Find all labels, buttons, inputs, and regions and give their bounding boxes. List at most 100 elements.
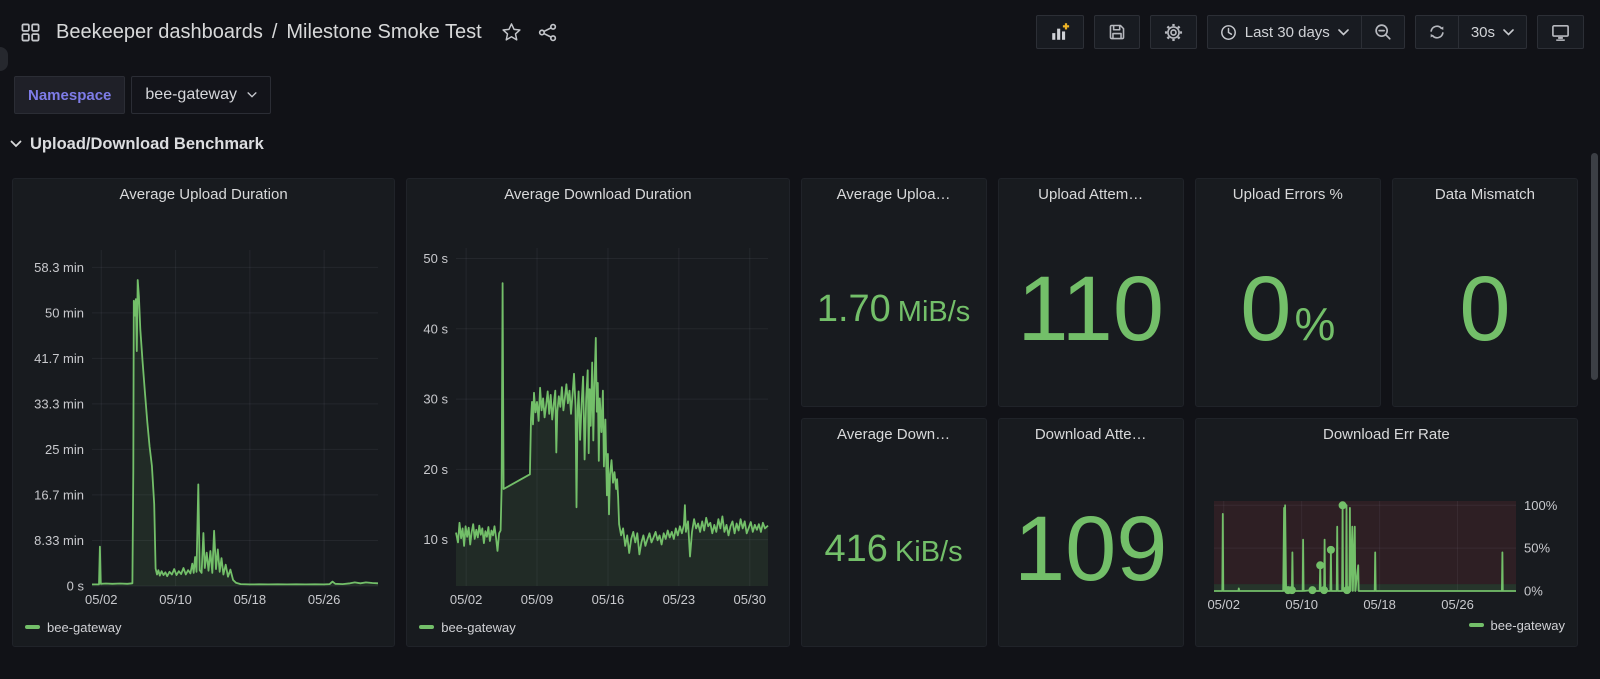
- stat-number: 110: [1017, 263, 1164, 355]
- legend-label: bee-gateway: [47, 620, 121, 635]
- stat-number: 1.70: [817, 290, 891, 328]
- svg-text:40 s: 40 s: [424, 321, 449, 336]
- panel-download-err-rate: Download Err Rate 05/0205/1005/1805/2610…: [1195, 418, 1578, 647]
- panel-average-upload-speed: Average Uploa… 1.70 MiB/s: [801, 178, 987, 407]
- panel-title[interactable]: Data Mismatch: [1393, 179, 1577, 211]
- legend-label: bee-gateway: [1491, 618, 1565, 633]
- panel-title[interactable]: Download Atte…: [999, 419, 1183, 451]
- svg-text:05/02: 05/02: [85, 592, 118, 607]
- zoom-out-time-button[interactable]: [1361, 16, 1404, 48]
- legend-swatch-icon: [419, 625, 434, 629]
- svg-text:0%: 0%: [1524, 584, 1543, 599]
- panel-title[interactable]: Average Uploa…: [802, 179, 986, 211]
- dashboard-settings-button[interactable]: [1150, 15, 1197, 49]
- svg-text:41.7 min: 41.7 min: [34, 351, 84, 366]
- svg-text:50 min: 50 min: [45, 305, 84, 320]
- clock-icon: [1220, 24, 1237, 41]
- chevron-down-icon: [1503, 29, 1514, 36]
- svg-text:8.33 min: 8.33 min: [34, 533, 84, 548]
- legend-item[interactable]: bee-gateway: [419, 620, 515, 635]
- save-icon: [1108, 23, 1126, 41]
- breadcrumb-folder[interactable]: Beekeeper dashboards: [56, 21, 263, 44]
- svg-text:20 s: 20 s: [424, 462, 449, 477]
- timeseries-chart[interactable]: 05/0205/1005/1805/26100%50%0%: [1196, 451, 1578, 616]
- time-range-picker[interactable]: Last 30 days: [1208, 16, 1361, 48]
- svg-text:05/10: 05/10: [159, 592, 192, 607]
- monitor-icon: [1551, 23, 1570, 42]
- panel-data-mismatch: Data Mismatch 0: [1392, 178, 1578, 407]
- panel-title[interactable]: Average Down…: [802, 419, 986, 451]
- svg-text:05/10: 05/10: [1285, 597, 1318, 612]
- stat-value: 1.70 MiB/s: [802, 211, 986, 406]
- kiosk-mode-button[interactable]: [1537, 15, 1584, 49]
- svg-text:05/26: 05/26: [308, 592, 341, 607]
- stat-unit: MiB/s: [898, 298, 971, 327]
- star-icon[interactable]: [496, 16, 528, 48]
- stat-unit: KiB/s: [895, 538, 963, 567]
- panel-average-upload-duration: Average Upload Duration 05/0205/1005/180…: [12, 178, 395, 647]
- panel-title[interactable]: Upload Errors %: [1196, 179, 1380, 211]
- magnifier-minus-icon: [1374, 23, 1392, 41]
- legend-item[interactable]: bee-gateway: [25, 620, 121, 635]
- panel-title[interactable]: Download Err Rate: [1196, 419, 1577, 451]
- save-dashboard-button[interactable]: [1094, 15, 1140, 49]
- stat-number: 416: [825, 530, 888, 568]
- legend-item[interactable]: bee-gateway: [1469, 618, 1565, 633]
- breadcrumb: Beekeeper dashboards / Milestone Smoke T…: [56, 21, 482, 44]
- dashboards-grid-icon[interactable]: [14, 16, 46, 48]
- svg-text:25 min: 25 min: [45, 442, 84, 457]
- svg-text:05/09: 05/09: [521, 592, 554, 607]
- svg-text:100%: 100%: [1524, 498, 1558, 513]
- bar-chart-icon: [1052, 29, 1065, 40]
- svg-text:16.7 min: 16.7 min: [34, 487, 84, 502]
- svg-text:05/23: 05/23: [663, 592, 696, 607]
- breadcrumb-separator: /: [272, 21, 278, 44]
- svg-text:05/02: 05/02: [450, 592, 483, 607]
- svg-text:30 s: 30 s: [424, 392, 449, 407]
- chart-legend: bee-gateway: [1196, 612, 1577, 646]
- dashboard-grid: Average Upload Duration 05/02 05/10 05/18 0…: [12, 178, 1578, 647]
- chart-legend: bee-gateway: [407, 616, 788, 646]
- top-nav: Beekeeper dashboards / Milestone Smoke T…: [0, 0, 1600, 64]
- scrollbar-thumb[interactable]: [1591, 153, 1598, 380]
- namespace-picker[interactable]: bee-gateway: [131, 76, 271, 114]
- timeseries-chart[interactable]: 05/02 05/09 05/16 05/23 05/30 50 s 40 s 30 s 20 …: [407, 211, 789, 616]
- panel-average-download-speed: Average Down… 416 KiB/s: [801, 418, 987, 647]
- stat-value: 416 KiB/s: [802, 451, 986, 646]
- namespace-value: bee-gateway: [145, 86, 237, 104]
- row-header-upload-download-benchmark[interactable]: Upload/Download Benchmark: [10, 130, 1600, 158]
- panel-download-attempts: Download Atte… 109: [998, 418, 1184, 647]
- svg-text:05/18: 05/18: [1363, 597, 1396, 612]
- panel-title[interactable]: Upload Attem…: [999, 179, 1183, 211]
- refresh-interval-dropdown[interactable]: 30s: [1458, 16, 1526, 48]
- refresh-button[interactable]: [1416, 16, 1458, 48]
- chart-area: 05/02 05/09 05/16 05/23 05/30 50 s 40 s 30 s 20 …: [407, 211, 788, 616]
- stat-value: 0 %: [1196, 211, 1380, 406]
- timeseries-chart[interactable]: 05/0205/1005/1805/2658.3 min50 min41.7 m…: [13, 211, 395, 616]
- panel-title[interactable]: Average Download Duration: [407, 179, 788, 211]
- legend-swatch-icon: [25, 625, 40, 629]
- namespace-label: Namespace: [14, 76, 125, 114]
- svg-text:50%: 50%: [1524, 541, 1550, 556]
- stat-value: 110: [999, 211, 1183, 406]
- panel-title[interactable]: Average Upload Duration: [13, 179, 394, 211]
- panel-upload-errors: Upload Errors % 0 %: [1195, 178, 1381, 407]
- svg-text:33.3 min: 33.3 min: [34, 396, 84, 411]
- svg-text:58.3 min: 58.3 min: [34, 260, 84, 275]
- svg-text:05/16: 05/16: [592, 592, 625, 607]
- stat-unit: %: [1294, 301, 1335, 347]
- svg-text:05/02: 05/02: [1207, 597, 1240, 612]
- svg-text:50 s: 50 s: [424, 251, 449, 266]
- add-panel-button[interactable]: [1036, 15, 1084, 49]
- row-title: Upload/Download Benchmark: [30, 135, 264, 154]
- stat-number: 0: [1459, 263, 1510, 355]
- sidebar-toggle-handle[interactable]: [0, 47, 8, 71]
- refresh-icon: [1428, 23, 1446, 41]
- svg-text:0 s: 0 s: [67, 579, 85, 594]
- svg-text:05/30: 05/30: [734, 592, 767, 607]
- time-range-label: Last 30 days: [1245, 24, 1330, 41]
- share-icon[interactable]: [532, 16, 564, 48]
- panel-average-download-duration: Average Download Duration 05/02 05/09 05/1…: [406, 178, 789, 647]
- refresh-interval-label: 30s: [1471, 24, 1495, 41]
- chevron-down-icon: [1338, 29, 1349, 36]
